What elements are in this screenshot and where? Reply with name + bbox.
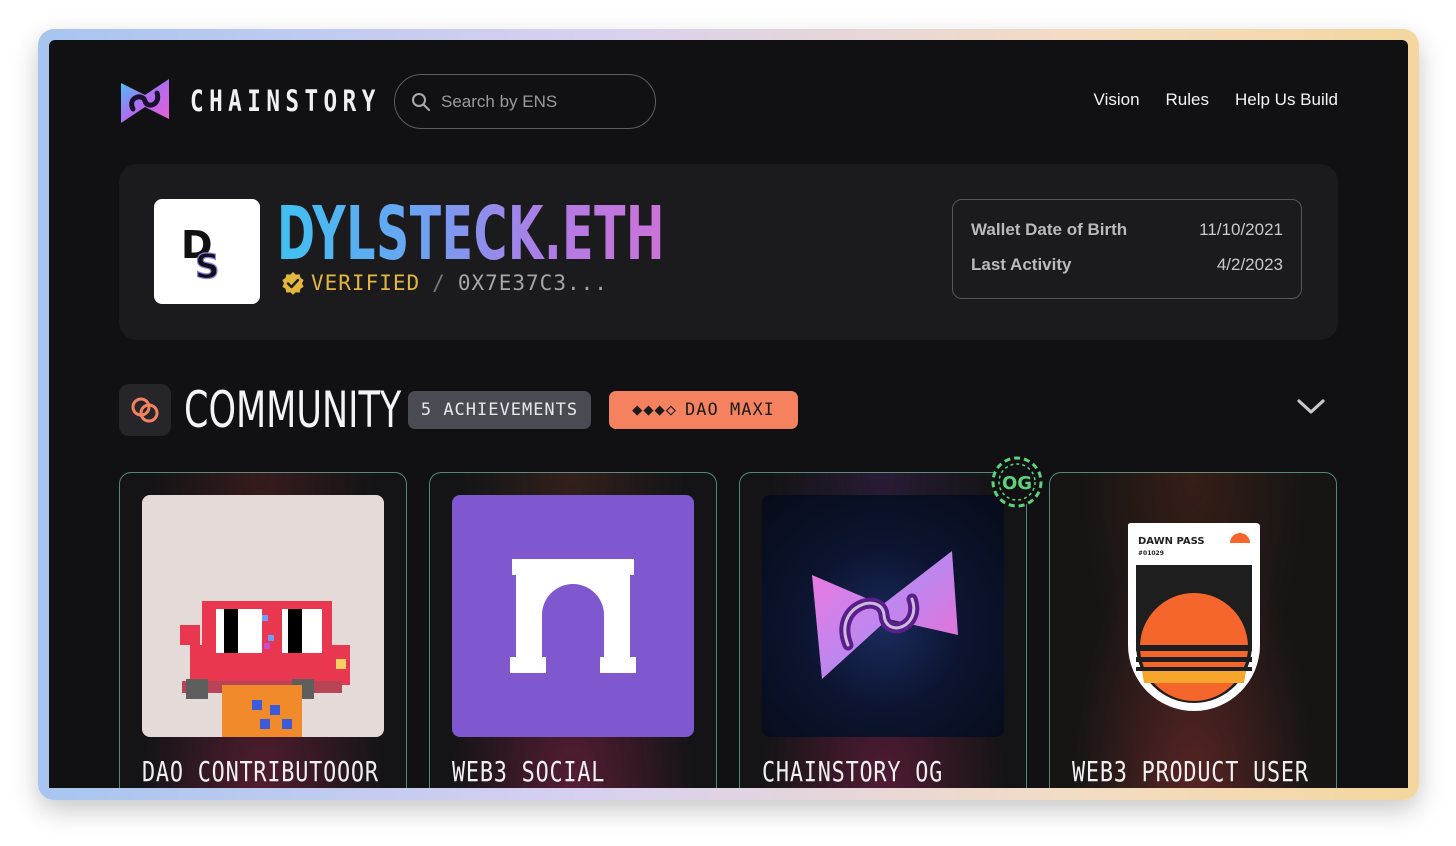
nav-vision[interactable]: Vision xyxy=(1094,90,1140,110)
wallet-dates-box: Wallet Date of Birth 11/10/2021 Last Act… xyxy=(952,199,1302,299)
verification-line: VERIFIED / 0X7E37C3... xyxy=(281,271,608,295)
dao-contributooor-image xyxy=(142,495,384,737)
chainstory-og-image xyxy=(762,495,1004,737)
chainstory-logo-icon[interactable] xyxy=(119,77,171,130)
avatar: D S xyxy=(154,199,260,304)
wallet-dob-value: 11/10/2021 xyxy=(1199,220,1283,239)
chevron-down-icon[interactable] xyxy=(1296,396,1326,421)
section-title: COMMUNITY xyxy=(184,381,402,439)
search-icon xyxy=(412,92,430,111)
dawn-pass-number: #01029 xyxy=(1138,550,1164,557)
achievement-card-dao-contributooor[interactable]: DAO CONTRIBUTOOOR xyxy=(119,472,407,788)
wallet-dob-label: Wallet Date of Birth xyxy=(971,220,1128,239)
dao-maxi-badge: ◆◆◆◇ DAO MAXI xyxy=(609,391,798,429)
separator: / xyxy=(432,271,446,295)
achievement-card-web3-product-user[interactable]: DAWN PASS #01029 WEB3 PRODUCT USER xyxy=(1049,472,1337,788)
search-box[interactable] xyxy=(394,74,656,129)
last-activity-label: Last Activity xyxy=(971,255,1072,274)
ens-name: DYLSTECK.ETH xyxy=(277,191,666,277)
dawn-pass-image: DAWN PASS #01029 xyxy=(1072,495,1314,737)
dao-level-diamonds: ◆◆◆◇ xyxy=(632,400,678,420)
card-title: DAO CONTRIBUTOOOR xyxy=(142,755,379,788)
achievement-card-web3-social[interactable]: WEB3 SOCIAL xyxy=(429,472,717,788)
achievements-badge: 5 ACHIEVEMENTS xyxy=(408,391,591,429)
wallet-address[interactable]: 0X7E37C3... xyxy=(458,271,608,295)
web3-social-image xyxy=(452,495,694,737)
top-nav: Vision Rules Help Us Build xyxy=(1094,90,1338,110)
wallet-dob-row: Wallet Date of Birth 11/10/2021 xyxy=(971,220,1283,255)
app-screen: CHAINSTORY Vision Rules Help Us Build D … xyxy=(49,40,1408,788)
achievement-card-chainstory-og[interactable]: CHAINSTORY OG xyxy=(739,472,1027,788)
verified-label: VERIFIED xyxy=(311,271,421,295)
search-input[interactable] xyxy=(441,91,641,112)
card-title: CHAINSTORY OG xyxy=(762,755,944,788)
profile-card: D S DYLSTECK.ETH VERIFIED / 0X7E37C3... … xyxy=(119,164,1338,340)
dao-badge-label: DAO MAXI xyxy=(685,400,775,420)
community-icon xyxy=(119,384,171,436)
og-badge-label: OG xyxy=(1002,473,1032,494)
last-activity-row: Last Activity 4/2/2023 xyxy=(971,255,1283,290)
verified-check-icon xyxy=(282,272,304,295)
og-badge: OG xyxy=(990,455,1044,509)
nav-help-us-build[interactable]: Help Us Build xyxy=(1235,90,1338,110)
dawn-pass-title: DAWN PASS xyxy=(1138,536,1205,547)
brand-name[interactable]: CHAINSTORY xyxy=(190,84,381,118)
svg-text:S: S xyxy=(195,247,220,282)
nav-rules[interactable]: Rules xyxy=(1166,90,1209,110)
last-activity-value: 4/2/2023 xyxy=(1216,255,1283,274)
card-title: WEB3 PRODUCT USER xyxy=(1072,755,1309,788)
card-title: WEB3 SOCIAL xyxy=(452,755,606,788)
